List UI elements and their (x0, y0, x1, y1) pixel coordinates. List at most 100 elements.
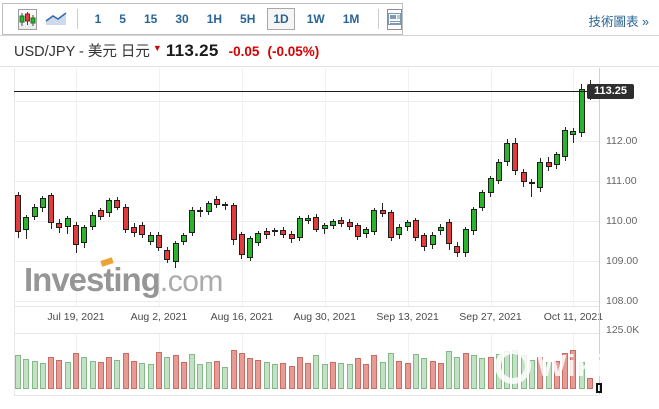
candle (40, 198, 46, 208)
x-axis-label: Sep 27, 2021 (455, 311, 527, 323)
quote-chart-widget: 1515301H5H1D1W1M 技術圖表 » USD/JPY - 美元 日元 … (0, 0, 659, 409)
candle (554, 154, 560, 165)
candle (255, 233, 261, 243)
volume-bar (438, 363, 444, 389)
candle (421, 235, 427, 247)
timeframe-button-1m[interactable]: 1M (337, 8, 366, 30)
volume-bar (454, 357, 460, 389)
price-pane-bottom-border (14, 306, 599, 307)
x-axis-label: Aug 16, 2021 (206, 311, 278, 323)
volume-bar (56, 360, 62, 389)
y-axis-label: 108.00 (606, 295, 638, 307)
volume-bar (413, 354, 419, 389)
candle (446, 222, 452, 244)
timeframe-button-5[interactable]: 5 (113, 8, 132, 30)
volume-bar (255, 360, 261, 389)
price-change: -0.05 (229, 44, 260, 59)
price-gridline (14, 301, 599, 302)
chart-toolbar: 15 15 30 1H 5H 1D 1W 1M (2, 3, 403, 35)
candle (512, 143, 518, 171)
candle (123, 207, 129, 230)
candle (347, 222, 353, 227)
candle (231, 205, 237, 240)
candle (181, 235, 187, 242)
timeframe-button-1[interactable]: 1 (89, 8, 108, 30)
volume-bar (81, 357, 87, 389)
volume-bar (579, 362, 585, 389)
candle (156, 235, 162, 248)
line-chart-type-button[interactable] (45, 9, 67, 30)
candle (413, 220, 419, 238)
candle (305, 218, 311, 221)
timeframe-button-30[interactable]: 30 (169, 8, 194, 30)
timeframe-button-5h[interactable]: 5H (234, 8, 261, 30)
volume-bar (388, 353, 394, 389)
candle (189, 210, 195, 233)
candle (106, 200, 112, 213)
candlestick-icon (19, 12, 36, 27)
candle (280, 230, 286, 235)
technical-chart-link[interactable]: 技術圖表 » (589, 11, 649, 30)
date-gridline (242, 68, 243, 306)
x-axis-label: Sep 13, 2021 (372, 311, 444, 323)
candle (471, 209, 477, 231)
volume-bar (471, 355, 477, 389)
volume-bar (521, 355, 527, 389)
volume-axis-label: 125.0K (606, 324, 639, 336)
volume-bar (546, 362, 552, 389)
candle (546, 162, 552, 167)
volume-bar (280, 363, 286, 389)
volume-bar (148, 364, 154, 389)
instrument-name: USD/JPY - 美元 日元 (14, 40, 150, 61)
candle (313, 217, 319, 230)
candle (537, 162, 543, 188)
date-gridline (408, 68, 409, 306)
candle (114, 200, 120, 208)
chevron-right-icon: » (642, 15, 649, 29)
timeframe-button-1w[interactable]: 1W (301, 8, 331, 30)
candle (139, 225, 145, 235)
candle (396, 227, 402, 235)
volume-bar (347, 364, 353, 389)
candle (388, 212, 394, 238)
volume-bar (156, 352, 162, 389)
timeframe-button-1d[interactable]: 1D (267, 8, 294, 30)
candle (56, 223, 62, 228)
volume-bar (181, 362, 187, 389)
volume-bar (231, 350, 237, 389)
candle (239, 234, 245, 255)
volume-bar (131, 361, 137, 389)
candle (479, 192, 485, 208)
volume-bar (405, 363, 411, 389)
toolbar-divider (378, 9, 379, 29)
volume-bar (529, 360, 535, 389)
volume-bar (73, 353, 79, 389)
text-cursor-artifact (596, 383, 602, 393)
timeframe-button-1h[interactable]: 1H (201, 8, 228, 30)
volume-bar (488, 357, 494, 389)
candle (32, 207, 38, 217)
quote-panel-button[interactable] (387, 9, 402, 30)
candle (272, 230, 278, 232)
price-change-percent: (-0.05%) (267, 44, 319, 59)
volume-bar (139, 363, 145, 389)
candlestick-chart-type-button[interactable] (18, 9, 37, 30)
candle (264, 231, 270, 235)
volume-bar (371, 355, 377, 389)
candle (380, 210, 386, 214)
timeframe-buttons: 15 15 30 1H 5H 1D 1W 1M (86, 8, 369, 30)
y-axis-label: 110.00 (606, 215, 637, 227)
candle (73, 225, 79, 245)
investing-watermark-suffix: .com (160, 265, 223, 298)
volume-bar (98, 362, 104, 389)
volume-bar (289, 366, 295, 389)
volume-bar (338, 363, 344, 389)
candle (222, 204, 228, 206)
price-gridline (14, 141, 599, 142)
volume-bar (562, 353, 568, 389)
y-axis-label: 109.00 (606, 255, 638, 267)
candlestick-chart[interactable]: 112.00111.00110.00109.00108.00Jul 19, 20… (0, 67, 659, 409)
volume-bar (380, 362, 386, 389)
timeframe-button-15[interactable]: 15 (138, 8, 163, 30)
volume-bar (48, 357, 54, 389)
